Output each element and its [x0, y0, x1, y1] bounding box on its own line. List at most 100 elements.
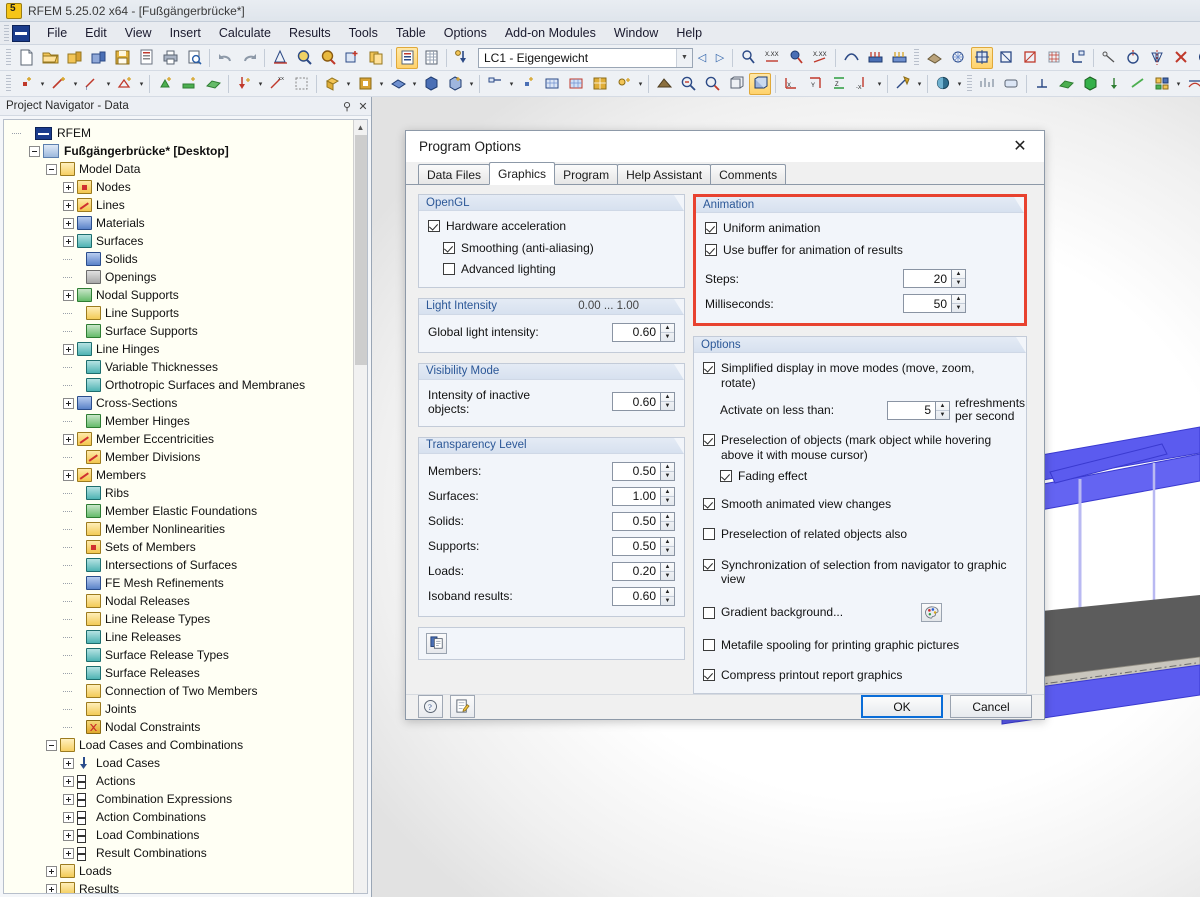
chevron-down-icon[interactable]: ▾: [410, 73, 419, 95]
tree-item[interactable]: RFEM: [8, 124, 365, 142]
tree-item[interactable]: Member Elastic Foundations: [8, 502, 365, 520]
tree-item[interactable]: Nodal Constraints: [8, 718, 365, 736]
color-palette-icon[interactable]: [921, 602, 943, 622]
chevron-down-icon[interactable]: ▾: [38, 73, 47, 95]
menu-tools[interactable]: Tools: [340, 23, 387, 43]
chevron-down-icon[interactable]: ▾: [104, 73, 113, 95]
grid-table-icon[interactable]: [420, 47, 442, 69]
view-iso-icon[interactable]: [971, 46, 993, 69]
tree-item[interactable]: Surfaces: [8, 232, 365, 250]
menubar-gripper[interactable]: [4, 25, 9, 41]
navigator-scrollbar[interactable]: ▲: [353, 120, 367, 893]
tree-item[interactable]: Member Divisions: [8, 448, 365, 466]
spinner-up-icon[interactable]: ▲: [936, 402, 949, 411]
checkbox-icon[interactable]: [703, 606, 715, 619]
tree-item[interactable]: Openings: [8, 268, 365, 286]
new-node-icon[interactable]: [15, 73, 37, 95]
tree-item[interactable]: Lines: [8, 196, 365, 214]
view-z-icon[interactable]: Z: [828, 73, 850, 95]
next-load-case-icon[interactable]: ▷: [711, 47, 729, 69]
transparency-input[interactable]: [612, 486, 660, 506]
close-icon[interactable]: ✕: [1000, 131, 1040, 161]
checkbox-icon[interactable]: [703, 558, 715, 571]
tree-item[interactable]: Loads: [8, 862, 365, 880]
view-y-icon[interactable]: Y: [804, 73, 826, 95]
intensity-inactive-input[interactable]: [612, 392, 660, 411]
tree-item[interactable]: Action Combinations: [8, 808, 365, 826]
spinner-up-icon[interactable]: ▲: [661, 538, 674, 547]
toolbar-gripper[interactable]: [967, 74, 972, 93]
checkbox-fading-effect[interactable]: Fading effect: [720, 469, 1017, 484]
collapse-icon[interactable]: [46, 163, 57, 175]
load-case-combo[interactable]: LC1 - Eigengewicht ▼: [478, 47, 693, 68]
tree-item[interactable]: Nodes: [8, 178, 365, 196]
checkbox-icon[interactable]: [705, 243, 717, 256]
spinner-transparency[interactable]: ▲▼: [612, 536, 675, 556]
menu-file[interactable]: File: [38, 23, 76, 43]
previous-load-case-icon[interactable]: ◁: [693, 47, 711, 69]
spinner-buttons[interactable]: ▲ ▼: [951, 269, 966, 288]
result-diagram2-icon[interactable]: [1184, 73, 1200, 95]
tree-item[interactable]: Member Eccentricities: [8, 430, 365, 448]
deformation-result-icon[interactable]: [1103, 73, 1125, 95]
wireframe-icon[interactable]: [725, 73, 747, 95]
chevron-down-icon[interactable]: ▾: [467, 73, 476, 95]
edit-icon[interactable]: [450, 695, 475, 719]
tree-item[interactable]: Variable Thicknesses: [8, 358, 365, 376]
spinner-up-icon[interactable]: ▲: [952, 295, 965, 304]
spinner-up-icon[interactable]: ▲: [661, 393, 674, 402]
spinner-buttons[interactable]: ▲ ▼: [951, 294, 966, 313]
expand-icon[interactable]: [63, 829, 74, 841]
spinner-buttons[interactable]: ▲ ▼: [660, 536, 675, 556]
spinner-buttons[interactable]: ▲ ▼: [660, 486, 675, 506]
spinner-transparency[interactable]: ▲▼: [612, 561, 675, 581]
chevron-down-icon[interactable]: ▾: [875, 73, 884, 95]
expand-icon[interactable]: [63, 811, 74, 823]
member-load-icon[interactable]: XX: [266, 73, 288, 95]
tree-item[interactable]: Combination Expressions: [8, 790, 365, 808]
spinner-down-icon[interactable]: ▼: [661, 472, 674, 480]
expand-icon[interactable]: [63, 235, 74, 247]
copy-icon[interactable]: [426, 632, 447, 654]
rotate-icon[interactable]: [1122, 47, 1144, 69]
rib-icon[interactable]: [387, 73, 409, 95]
menu-results[interactable]: Results: [280, 23, 340, 43]
zoom-all-icon[interactable]: [317, 47, 339, 69]
result-graph-icon[interactable]: [976, 73, 998, 95]
checkbox-icon[interactable]: [703, 638, 715, 651]
expand-icon[interactable]: [63, 433, 74, 445]
checkbox-use-buffer[interactable]: Use buffer for animation of results: [705, 243, 1015, 258]
expand-icon[interactable]: [63, 343, 74, 355]
rendering-icon[interactable]: [923, 47, 945, 69]
spinner-buttons[interactable]: ▲ ▼: [660, 511, 675, 531]
load-display2-icon[interactable]: [888, 47, 910, 69]
ok-button[interactable]: OK: [861, 695, 943, 719]
new-nodal-support-icon[interactable]: [154, 73, 176, 95]
chevron-down-icon[interactable]: ▾: [377, 73, 386, 95]
fe-mesh-gen-icon[interactable]: [541, 73, 563, 95]
nodal-load-icon[interactable]: [233, 73, 255, 95]
spinner-down-icon[interactable]: ▼: [661, 497, 674, 505]
result-panel-icon[interactable]: [1151, 73, 1173, 95]
fe-mesh-gen2-icon[interactable]: [565, 73, 587, 95]
spinner-transparency[interactable]: ▲▼: [612, 486, 675, 506]
spinner-up-icon[interactable]: ▲: [661, 513, 674, 522]
expand-icon[interactable]: [63, 757, 74, 769]
generate-icon[interactable]: [484, 73, 506, 95]
chevron-down-icon[interactable]: ▾: [1174, 73, 1183, 95]
expand-icon[interactable]: [63, 217, 74, 229]
checkbox-preselection-related-objects[interactable]: Preselection of related objects also: [703, 527, 1017, 542]
tab-program[interactable]: Program: [554, 164, 619, 184]
opening-icon[interactable]: [354, 73, 376, 95]
menu-addon-modules[interactable]: Add-on Modules: [496, 23, 605, 43]
chevron-down-icon[interactable]: ▾: [915, 73, 924, 95]
spinner-down-icon[interactable]: ▼: [661, 572, 674, 580]
global-light-intensity-input[interactable]: [612, 322, 660, 342]
checkbox-advanced-lighting[interactable]: Advanced lighting: [443, 262, 675, 277]
solid-icon[interactable]: [321, 73, 343, 95]
spinner-down-icon[interactable]: ▼: [661, 597, 674, 605]
spinner-refresh-rate[interactable]: ▲ ▼: [887, 400, 950, 420]
checkbox-smooth-animated-view-changes[interactable]: Smooth animated view changes: [703, 497, 1017, 512]
chevron-down-icon[interactable]: ▼: [676, 48, 692, 67]
tree-item[interactable]: Connection of Two Members: [8, 682, 365, 700]
